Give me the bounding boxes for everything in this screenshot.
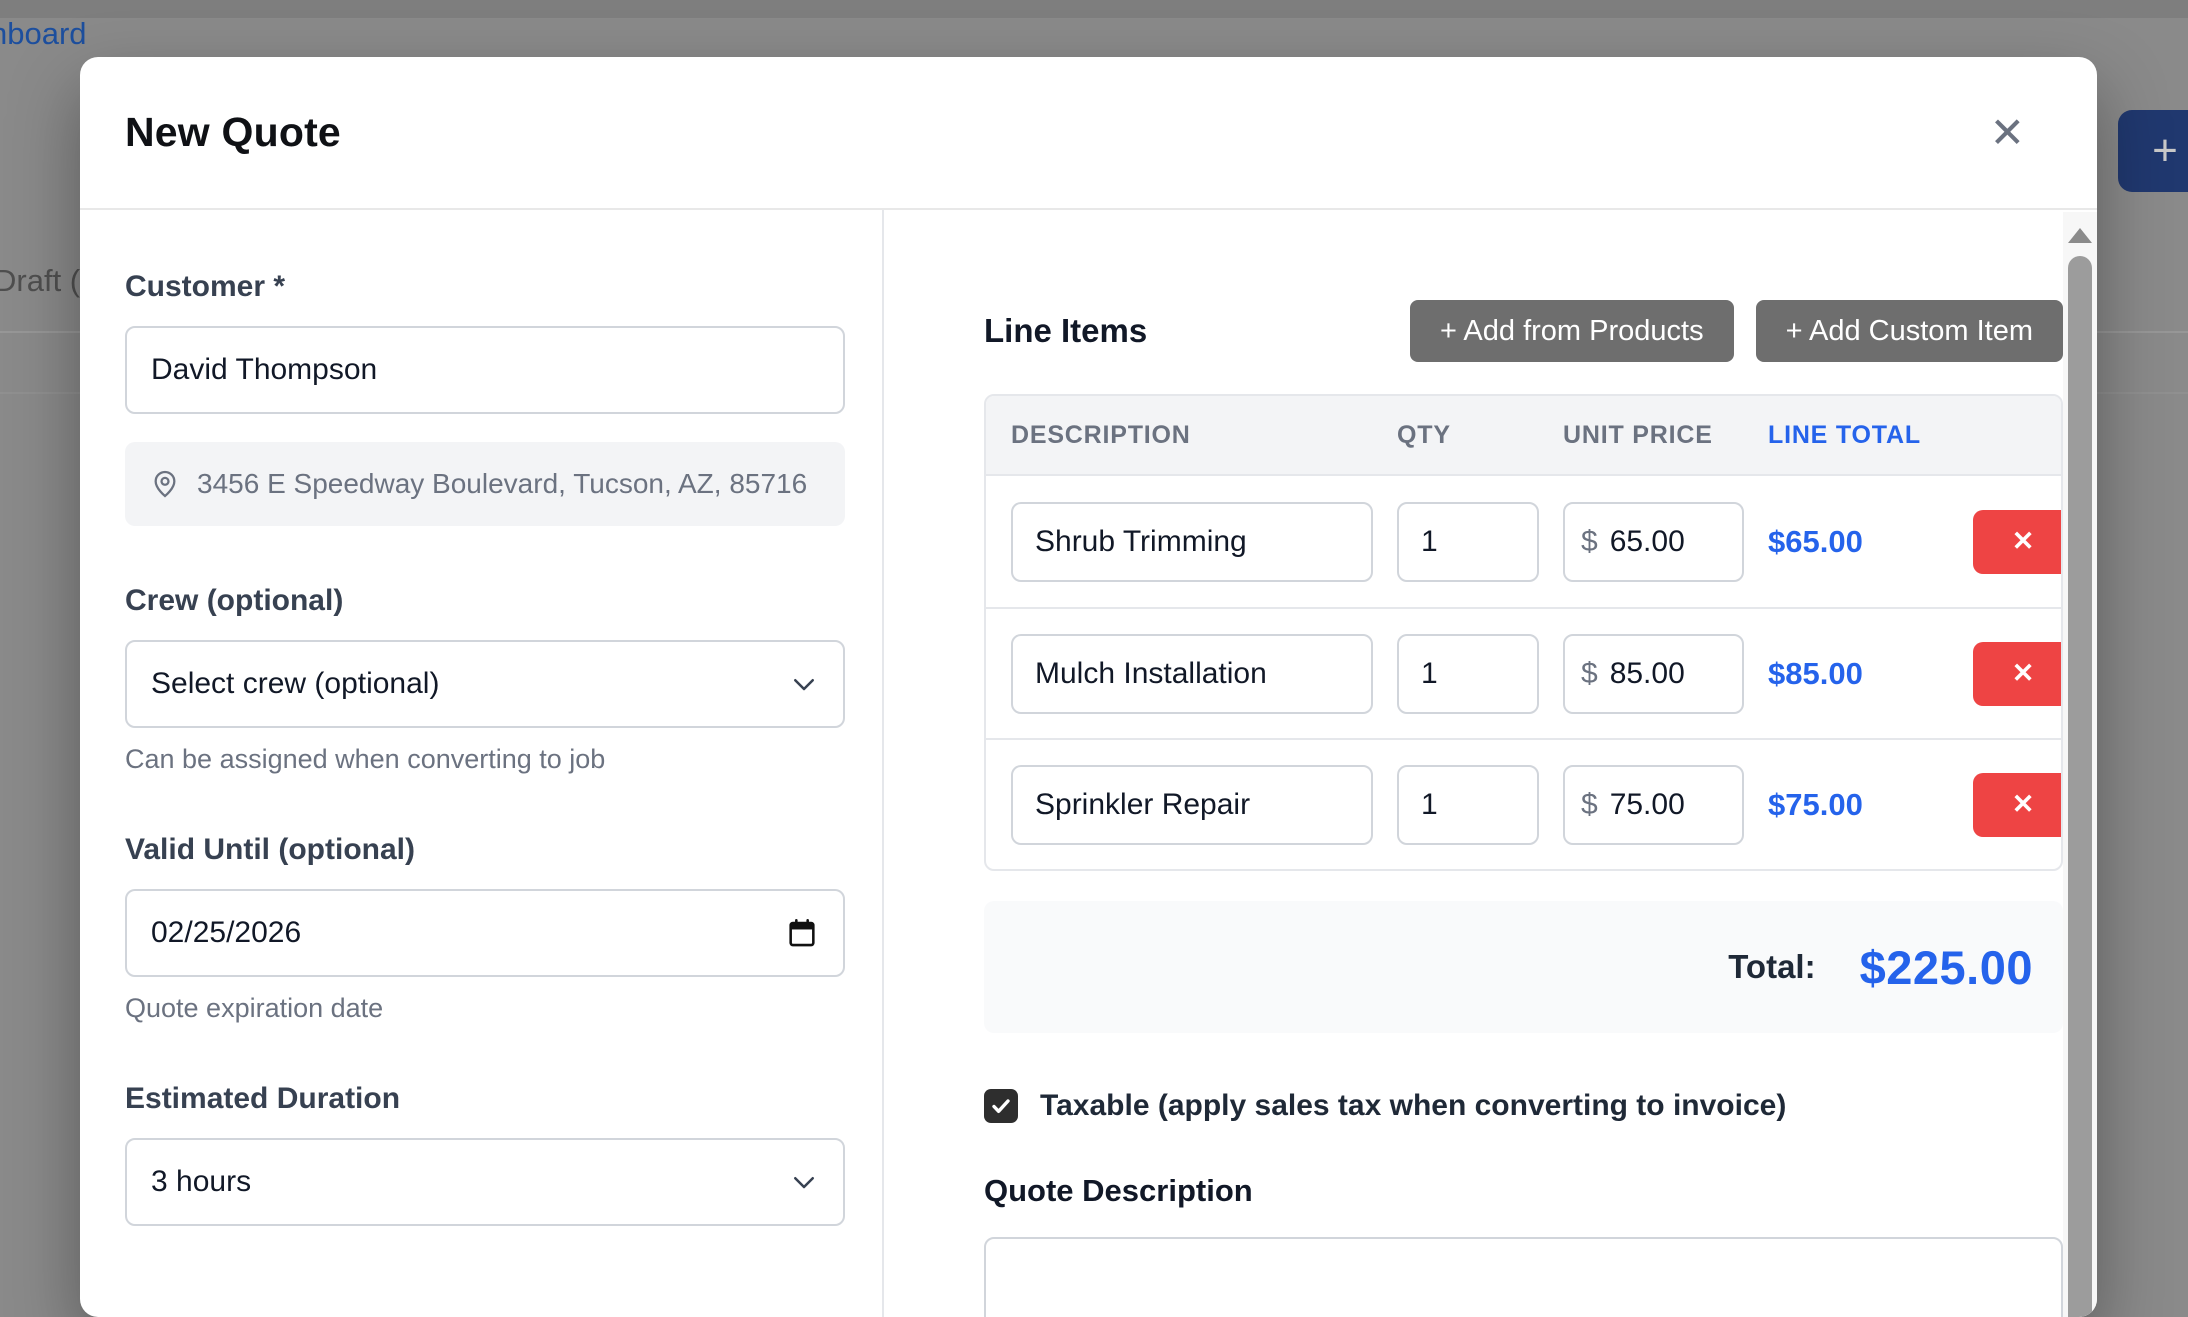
valid-until-value: 02/25/2026 [151, 916, 301, 950]
crew-helper-text: Can be assigned when converting to job [125, 744, 845, 775]
table-row: $ $85.00 ✕ [986, 607, 2061, 738]
close-icon[interactable]: ✕ [1990, 112, 2025, 154]
unit-price-field[interactable]: $ [1563, 634, 1744, 714]
duration-select[interactable]: 3 hours [125, 1138, 845, 1226]
currency-prefix: $ [1581, 788, 1598, 822]
customer-address-text: 3456 E Speedway Boulevard, Tucson, AZ, 8… [197, 468, 807, 500]
add-from-products-button[interactable]: + Add from Products [1410, 300, 1734, 362]
unit-price-input[interactable] [1610, 657, 1726, 691]
line-items-column: Line Items + Add from Products + Add Cus… [882, 210, 2097, 1317]
currency-prefix: $ [1581, 525, 1598, 559]
crew-select[interactable]: Select crew (optional) [125, 640, 845, 728]
description-input[interactable] [1011, 634, 1373, 714]
valid-until-input[interactable]: 02/25/2026 [125, 889, 845, 977]
valid-until-label: Valid Until (optional) [125, 833, 845, 867]
scrollbar-thumb[interactable] [2068, 256, 2092, 1317]
description-input[interactable] [1011, 765, 1373, 845]
calendar-icon[interactable] [785, 916, 819, 950]
quote-description-heading: Quote Description [984, 1173, 2063, 1209]
currency-prefix: $ [1581, 657, 1598, 691]
line-total-value: $75.00 [1768, 787, 1968, 823]
crew-select-value: Select crew (optional) [151, 667, 439, 701]
delete-row-button[interactable]: ✕ [1973, 773, 2063, 837]
unit-price-field[interactable]: $ [1563, 502, 1744, 582]
line-total-value: $85.00 [1768, 656, 1968, 692]
customer-input[interactable] [125, 326, 845, 414]
background-dashboard-link: nboard [0, 16, 87, 52]
modal-header: New Quote ✕ [80, 57, 2097, 210]
unit-price-input[interactable] [1610, 525, 1726, 559]
line-items-actions: + Add from Products + Add Custom Item [1410, 300, 2063, 362]
scrollbar-up-arrow-icon[interactable] [2068, 228, 2092, 243]
modal-body: Customer * 3456 E Speedway Boulevard, Tu… [80, 210, 2097, 1317]
unit-price-field[interactable]: $ [1563, 765, 1744, 845]
total-value: $225.00 [1860, 940, 2033, 995]
total-summary: Total: $225.00 [984, 901, 2063, 1033]
total-label: Total: [1728, 948, 1815, 986]
chevron-down-icon [789, 669, 819, 699]
duration-select-value: 3 hours [151, 1165, 251, 1199]
modal-title: New Quote [125, 109, 341, 156]
valid-until-section: Valid Until (optional) 02/25/2026 Quote … [125, 833, 845, 1024]
crew-section: Crew (optional) Select crew (optional) C… [125, 584, 845, 775]
chevron-down-icon [789, 1167, 819, 1197]
crew-label: Crew (optional) [125, 584, 845, 618]
description-input[interactable] [1011, 502, 1373, 582]
taxable-checkbox[interactable] [984, 1089, 1018, 1123]
check-icon [989, 1094, 1013, 1118]
valid-until-helper-text: Quote expiration date [125, 993, 845, 1024]
table-row: $ $75.00 ✕ [986, 738, 2061, 869]
customer-label: Customer * [125, 270, 845, 304]
quote-description-textarea[interactable] [984, 1237, 2063, 1317]
new-quote-modal: New Quote ✕ Customer * 3456 E Speedway B… [80, 57, 2097, 1317]
customer-section: Customer * 3456 E Speedway Boulevard, Tu… [125, 270, 845, 526]
qty-input[interactable] [1397, 634, 1539, 714]
taxable-label: Taxable (apply sales tax when converting… [1040, 1089, 1786, 1123]
line-items-table: Description Qty Unit Price Line Total $ … [984, 394, 2063, 871]
customer-address: 3456 E Speedway Boulevard, Tucson, AZ, 8… [125, 442, 845, 526]
line-total-value: $65.00 [1768, 524, 1968, 560]
column-header-description: Description [1011, 421, 1397, 450]
duration-label: Estimated Duration [125, 1082, 845, 1116]
line-items-header: Line Items + Add from Products + Add Cus… [984, 300, 2063, 362]
location-pin-icon [149, 468, 181, 500]
quote-form-column: Customer * 3456 E Speedway Boulevard, Tu… [80, 210, 882, 1317]
qty-input[interactable] [1397, 765, 1539, 845]
column-header-unit-price: Unit Price [1563, 421, 1768, 450]
duration-section: Estimated Duration 3 hours [125, 1082, 845, 1226]
delete-row-button[interactable]: ✕ [1973, 642, 2063, 706]
qty-input[interactable] [1397, 502, 1539, 582]
delete-row-button[interactable]: ✕ [1973, 510, 2063, 574]
column-header-line-total: Line Total [1768, 421, 1921, 450]
add-custom-item-button[interactable]: + Add Custom Item [1756, 300, 2063, 362]
background-add-button: + [2118, 110, 2188, 192]
line-items-title: Line Items [984, 312, 1147, 350]
taxable-row: Taxable (apply sales tax when converting… [984, 1089, 2063, 1123]
column-header-qty: Qty [1397, 421, 1563, 450]
table-header-row: Description Qty Unit Price Line Total [986, 396, 2061, 476]
background-top-bar [0, 0, 2188, 18]
modal-scrollbar[interactable] [2063, 212, 2097, 1317]
table-row: $ $65.00 ✕ [986, 476, 2061, 607]
unit-price-input[interactable] [1610, 788, 1726, 822]
